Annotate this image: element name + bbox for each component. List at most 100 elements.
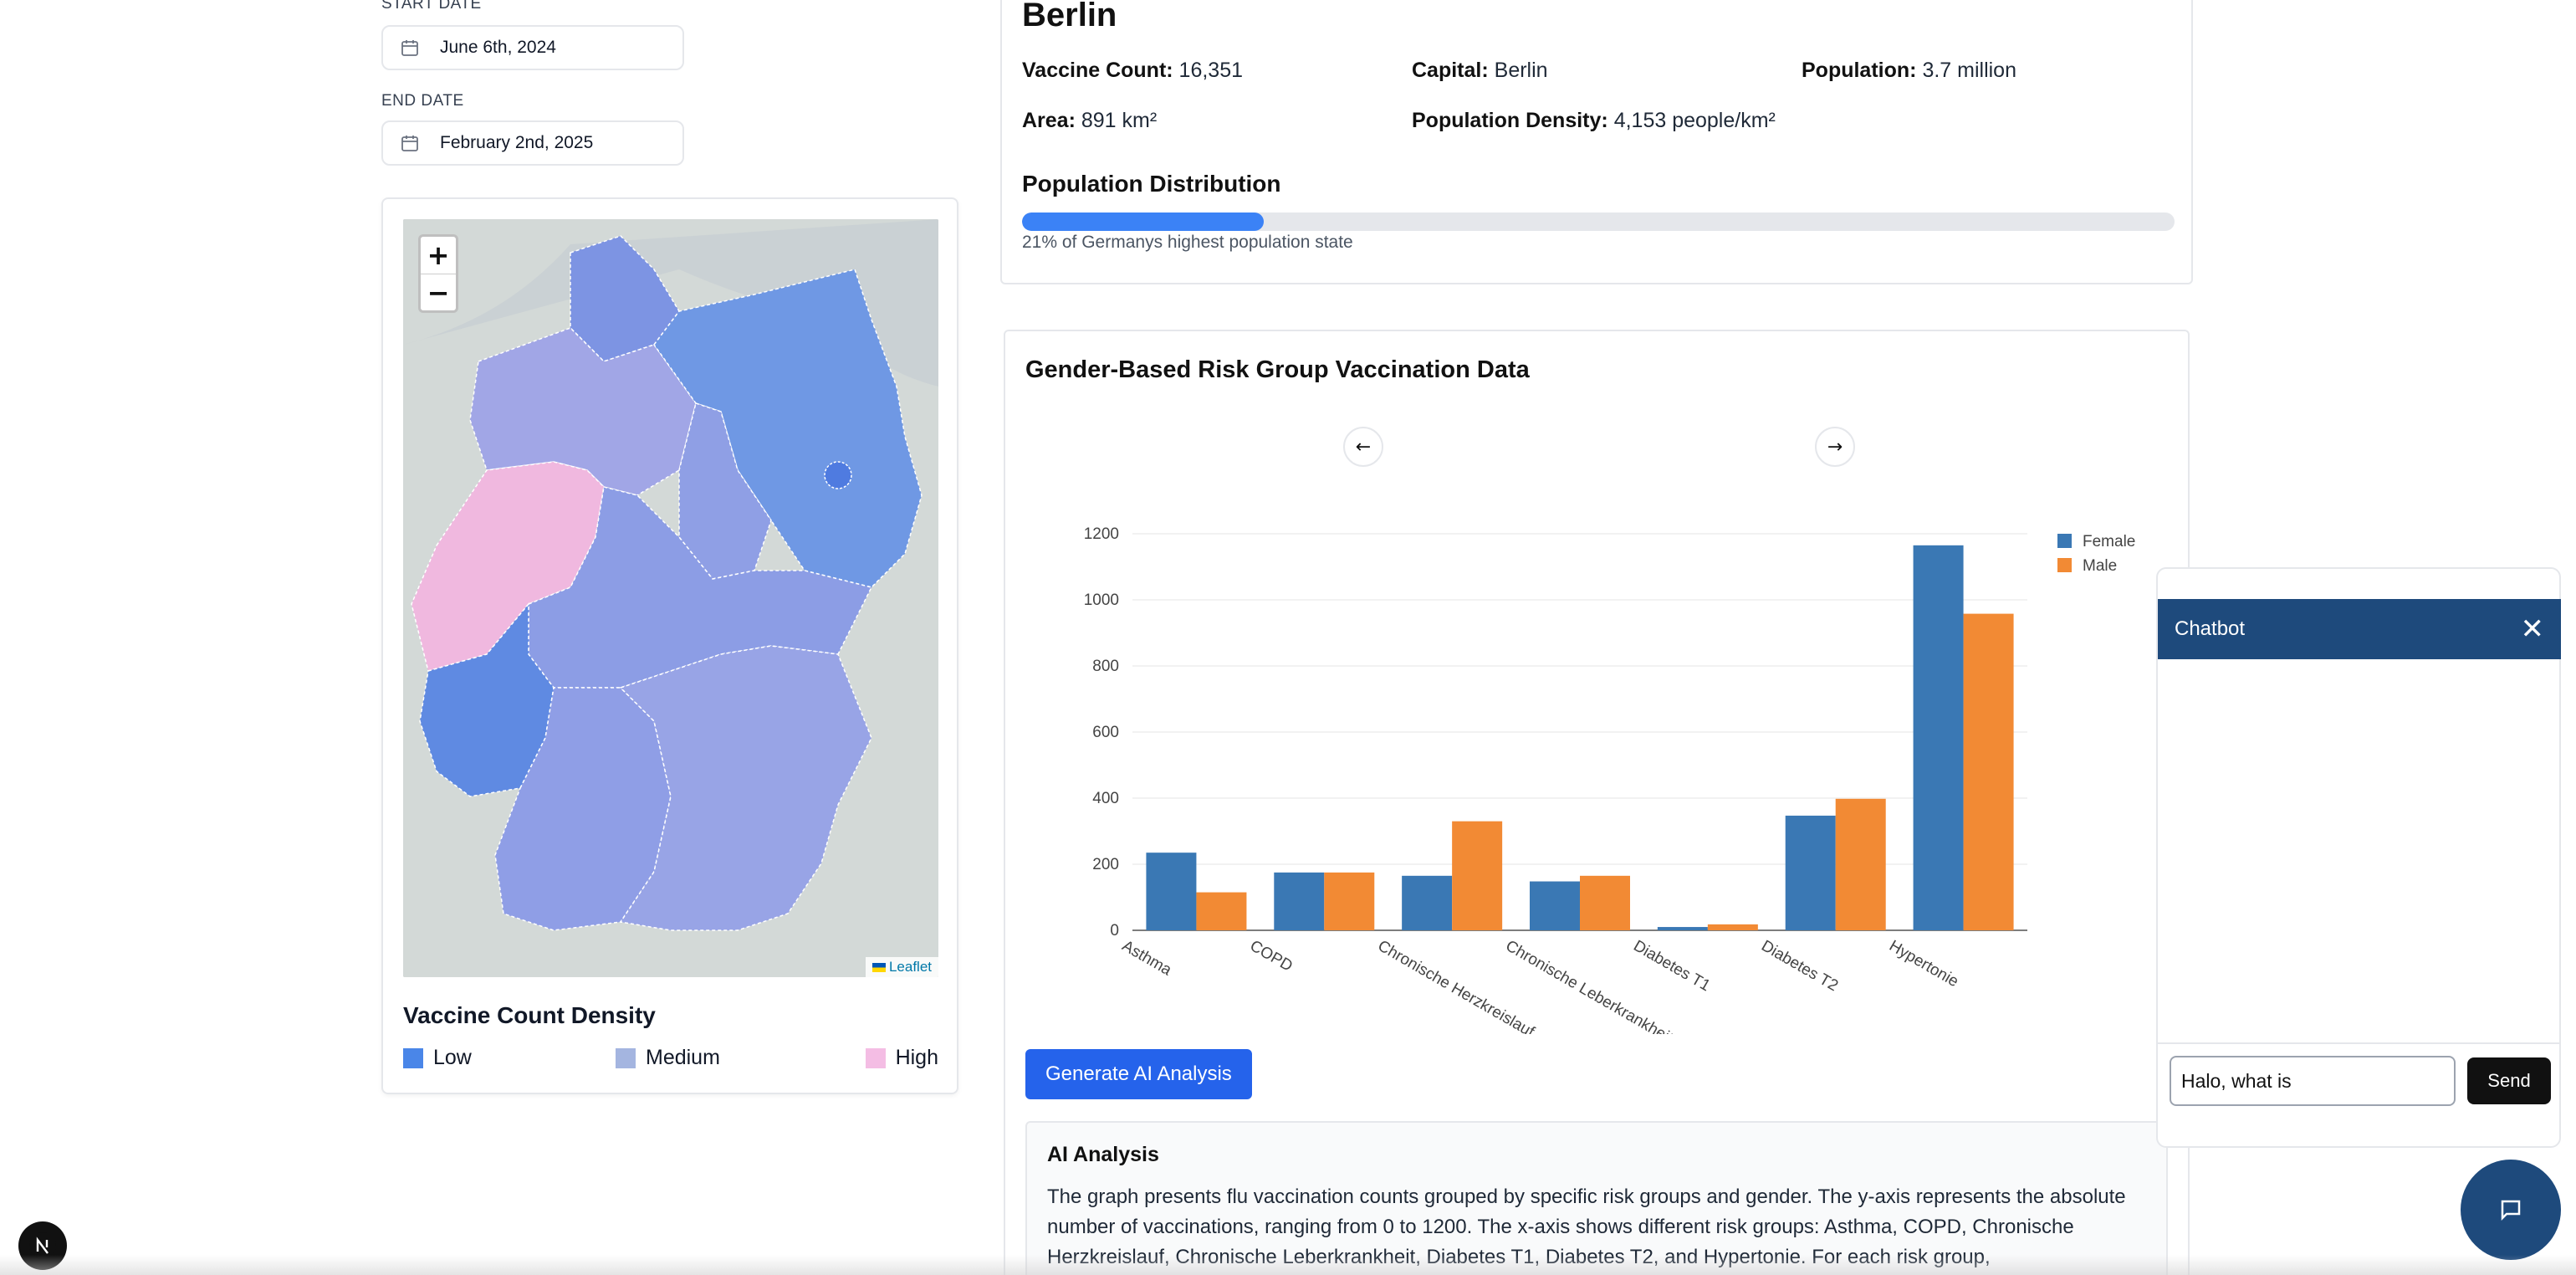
- start-date-label: START DATE: [381, 0, 482, 13]
- chatbot-send-button[interactable]: Send: [2467, 1057, 2551, 1104]
- population-density: Population Density: 4,153 people/km²: [1412, 109, 1776, 133]
- bar-male: [1324, 872, 1375, 930]
- chat-bubble-icon: [2501, 1200, 2521, 1221]
- density-value: 4,153 people/km²: [1613, 109, 1776, 132]
- legend-swatch: [2057, 558, 2072, 572]
- bar-female: [1274, 872, 1325, 930]
- page: START DATE June 6th, 2024 END DATE Febru…: [0, 0, 2576, 1275]
- y-tick-label: 400: [1092, 790, 1119, 807]
- chatbot-title: Chatbot: [2175, 617, 2246, 640]
- y-tick-label: 600: [1092, 724, 1119, 741]
- bar-female: [1657, 927, 1708, 930]
- x-tick-label: Hypertonie: [1886, 937, 1961, 991]
- chatbot-header: Chatbot ✕: [2158, 599, 2561, 659]
- calendar-icon: [401, 40, 418, 56]
- bar-male: [1196, 892, 1247, 930]
- legend-label: High: [895, 1046, 938, 1069]
- x-tick-label: COPD: [1247, 937, 1296, 975]
- y-tick-label: 800: [1092, 658, 1119, 675]
- legend-swatch: [865, 1047, 886, 1068]
- vaccine-count-label: Vaccine Count:: [1022, 59, 1173, 82]
- capital: Capital: Berlin: [1412, 59, 1548, 83]
- end-date-label: END DATE: [381, 92, 464, 110]
- y-tick-label: 1000: [1084, 591, 1119, 609]
- legend-label: Male: [2083, 557, 2117, 575]
- state-info-card: Berlin Vaccine Count: 16,351 Capital: Be…: [1000, 0, 2193, 284]
- x-tick-label: Diabetes T2: [1758, 937, 1841, 995]
- bar-female: [1785, 815, 1836, 930]
- chatbot-divider: [2158, 1042, 2561, 1044]
- population-distribution-note: 21% of Germanys highest population state: [1022, 233, 1353, 252]
- bar-female: [1913, 545, 1964, 930]
- map-legend-title: Vaccine Count Density: [403, 1002, 656, 1028]
- zoom-out-button[interactable]: −: [421, 274, 456, 310]
- area-label: Area:: [1022, 109, 1076, 132]
- y-tick-label: 200: [1092, 856, 1119, 873]
- chart-card: Gender-Based Risk Group Vaccination Data…: [1004, 330, 2190, 1275]
- legend-swatch: [616, 1047, 636, 1068]
- legend-label: Medium: [646, 1046, 720, 1069]
- chart-title: Gender-Based Risk Group Vaccination Data: [1025, 356, 1530, 383]
- legend-label: Female: [2083, 533, 2135, 550]
- ukraine-flag-icon: [871, 962, 886, 972]
- legend-swatch: [403, 1047, 423, 1068]
- capital-label: Capital:: [1412, 59, 1489, 82]
- bar-female: [1530, 881, 1580, 930]
- bar-female: [1146, 853, 1197, 930]
- population-value: 3.7 million: [1922, 59, 2016, 82]
- chart-next-button[interactable]: →: [1815, 427, 1855, 467]
- map-region-berlin[interactable]: [824, 461, 852, 489]
- y-tick-label: 1200: [1084, 525, 1119, 543]
- area-value: 891 km²: [1081, 109, 1158, 132]
- population-distribution-fill: [1022, 212, 1265, 231]
- map-svg: [403, 219, 938, 977]
- vaccine-count-value: 16,351: [1178, 59, 1244, 82]
- map-legend: Low Medium High: [403, 1046, 938, 1074]
- germany-map[interactable]: + − Leaflet: [403, 219, 938, 977]
- bar-male: [1452, 821, 1503, 930]
- state-name: Berlin: [1022, 0, 1117, 33]
- legend-item-medium: Medium: [616, 1046, 720, 1070]
- calendar-icon: [401, 136, 418, 151]
- chatbot-toggle-button[interactable]: [2461, 1160, 2561, 1260]
- bar-chart: 020040060080010001200Asthma COPD Chronisch…: [1084, 525, 2136, 1034]
- arrow-left-icon: ←: [1355, 436, 1372, 458]
- legend-swatch: [2057, 534, 2072, 548]
- map-zoom-control: + −: [418, 234, 458, 313]
- legend-label: Low: [433, 1046, 472, 1069]
- close-icon[interactable]: ✕: [2521, 612, 2545, 646]
- x-tick-label: Asthma: [1119, 937, 1175, 980]
- start-date-input[interactable]: June 6th, 2024: [381, 25, 684, 70]
- population-distribution-bar: [1022, 212, 2175, 231]
- capital-value: Berlin: [1494, 59, 1548, 82]
- vaccine-count: Vaccine Count: 16,351: [1022, 59, 1243, 83]
- population-distribution-title: Population Distribution: [1022, 171, 1281, 197]
- y-tick-label: 0: [1110, 922, 1119, 940]
- bar-male: [1707, 924, 1758, 930]
- x-tick-label: Diabetes T1: [1630, 937, 1713, 995]
- end-date-value: February 2nd, 2025: [440, 133, 594, 152]
- population: Population: 3.7 million: [1802, 59, 2016, 83]
- map-card: + − Leaflet Vaccine Count Density Low Me…: [381, 197, 958, 1094]
- legend-item-high: High: [865, 1046, 938, 1070]
- map-attribution[interactable]: Leaflet: [865, 957, 938, 977]
- bar-female: [1402, 875, 1453, 930]
- chart-prev-button[interactable]: ←: [1343, 427, 1383, 467]
- ai-analysis-title: AI Analysis: [1047, 1143, 1159, 1166]
- arrow-right-icon: →: [1827, 436, 1843, 458]
- area: Area: 891 km²: [1022, 109, 1157, 133]
- ai-analysis-box: AI Analysis The graph presents flu vacci…: [1025, 1121, 2168, 1275]
- chatbot-message-input[interactable]: [2170, 1056, 2456, 1106]
- population-label: Population:: [1802, 59, 1917, 82]
- end-date-input[interactable]: February 2nd, 2025: [381, 120, 684, 166]
- legend-item-low: Low: [403, 1046, 472, 1070]
- zoom-in-button[interactable]: +: [421, 237, 456, 274]
- generate-ai-analysis-button[interactable]: Generate AI Analysis: [1025, 1049, 1252, 1099]
- leaflet-link[interactable]: Leaflet: [889, 959, 932, 975]
- density-label: Population Density:: [1412, 109, 1608, 132]
- start-date-value: June 6th, 2024: [440, 38, 556, 57]
- bar-male: [1835, 798, 1886, 930]
- bar-male: [1963, 613, 2014, 930]
- bar-male: [1580, 875, 1630, 930]
- bottom-shadow: [0, 1255, 2576, 1275]
